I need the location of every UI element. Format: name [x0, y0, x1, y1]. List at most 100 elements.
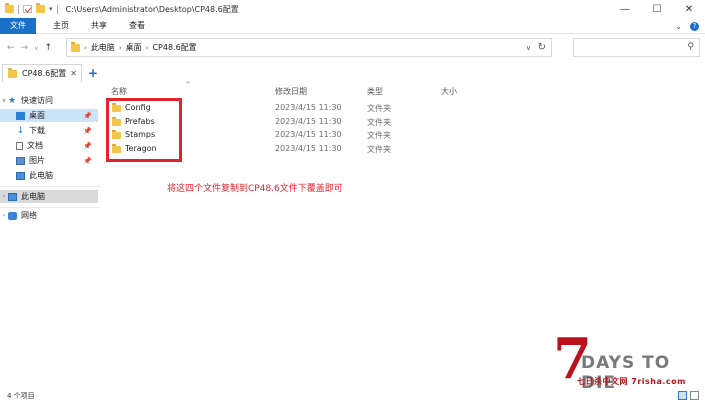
file-type: 文件夹 [367, 145, 391, 154]
folder-tab[interactable]: CP48.6配置 ✕ [2, 64, 82, 82]
close-button[interactable]: ✕ [673, 0, 705, 18]
nav-network[interactable]: › 网络 [0, 209, 98, 222]
divider [0, 186, 100, 187]
nav-label: 此电脑 [21, 192, 45, 201]
divider [18, 4, 19, 14]
nav-item-this-pc-quick[interactable]: 此电脑 [0, 169, 98, 182]
back-arrow-icon[interactable]: ← [7, 43, 15, 53]
file-modified: 2023/4/15 11:30 [275, 130, 342, 139]
up-arrow-icon[interactable]: ↑ [45, 43, 53, 53]
pin-icon[interactable]: 📌 [83, 127, 92, 135]
column-header-modified[interactable]: 修改日期 [275, 84, 307, 98]
window-controls: — ☐ ✕ [609, 0, 705, 18]
breadcrumb-current-folder[interactable]: CP48.6配置 [152, 42, 196, 53]
logo-subtitle: 七日杀中文网 7risha.com [577, 377, 687, 386]
search-icon: ⚲ [687, 42, 694, 52]
file-modified: 2023/4/15 11:30 [275, 103, 342, 112]
folder-tab-label: CP48.6配置 [22, 69, 67, 78]
star-icon: ★ [8, 95, 17, 106]
maximize-button[interactable]: ☐ [641, 0, 673, 18]
address-bar[interactable]: › 此电脑 › 桌面 › CP48.6配置 ∨ ↻ [66, 38, 552, 57]
file-modified: 2023/4/15 11:30 [275, 144, 342, 153]
nav-item-desktop[interactable]: 桌面 📌 [0, 109, 98, 122]
tab-share[interactable]: 共享 [80, 18, 118, 34]
quick-access-toolbar: ▾ [0, 3, 58, 14]
title-bar: ▾ C:\Users\Administrator\Desktop\CP48.6配… [0, 0, 705, 18]
tab-home[interactable]: 主页 [42, 18, 80, 34]
window-title: C:\Users\Administrator\Desktop\CP48.6配置 [65, 4, 239, 14]
file-type: 文件夹 [367, 131, 391, 140]
tab-file[interactable]: 文件 [0, 17, 36, 34]
network-icon [8, 211, 17, 220]
folder-icon [5, 3, 14, 13]
refresh-icon[interactable]: ↻ [538, 42, 546, 53]
nav-label: 此电脑 [29, 171, 53, 180]
recent-chevron-icon[interactable]: ∨ [34, 45, 38, 52]
chevron-right-icon[interactable]: › [119, 44, 122, 52]
expand-chevron-icon[interactable]: › [0, 193, 8, 200]
file-modified: 2023/4/15 11:30 [275, 117, 342, 126]
chevron-right-icon[interactable]: › [146, 44, 149, 52]
navigation-buttons: ← → ∨ ↑ [0, 43, 68, 53]
nav-item-documents[interactable]: 文档 📌 [0, 139, 98, 152]
folder-icon [71, 41, 80, 52]
pc-icon [8, 192, 17, 201]
logo-title: DAYS TO DIE [581, 353, 671, 393]
download-icon: ↓ [16, 125, 25, 136]
properties-icon[interactable] [23, 5, 32, 13]
address-dropdown-chevron-icon[interactable]: ∨ [526, 44, 531, 52]
nav-item-downloads[interactable]: ↓ 下载 📌 [0, 124, 98, 137]
folder-icon [8, 67, 17, 78]
nav-label: 网络 [21, 211, 37, 220]
file-type: 文件夹 [367, 104, 391, 113]
nav-label: 下载 [29, 126, 45, 135]
forward-arrow-icon[interactable]: → [21, 43, 29, 53]
nav-quick-access[interactable]: ∨ ★ 快速访问 [0, 94, 98, 107]
nav-label: 快速访问 [21, 96, 53, 105]
divider [0, 207, 100, 208]
item-count: 4 个项目 [7, 391, 35, 400]
sort-ascending-icon: ^ [185, 81, 191, 89]
details-view-icon[interactable] [678, 391, 687, 400]
breadcrumb-this-pc[interactable]: 此电脑 [91, 42, 115, 53]
annotation-note: 将这四个文件复制到CP48.6文件下覆盖即可 [167, 184, 343, 194]
close-tab-icon[interactable]: ✕ [70, 69, 77, 78]
ribbon-right: ⌄ ? [675, 18, 699, 34]
column-header-size[interactable]: 大小 [441, 84, 457, 98]
expand-ribbon-chevron-icon[interactable]: ⌄ [675, 22, 682, 31]
help-icon[interactable]: ? [690, 21, 699, 31]
new-folder-icon[interactable] [36, 3, 45, 13]
nav-label: 文档 [27, 141, 43, 150]
address-row: ← → ∨ ↑ › 此电脑 › 桌面 › CP48.6配置 ∨ ↻ ⚲ [0, 36, 705, 60]
breadcrumb-desktop[interactable]: 桌面 [126, 42, 142, 53]
collapse-chevron-icon[interactable]: ∨ [0, 97, 8, 104]
nav-this-pc[interactable]: › 此电脑 [0, 190, 98, 203]
search-input[interactable]: ⚲ [573, 38, 700, 57]
minimize-button[interactable]: — [609, 0, 641, 18]
column-header-type[interactable]: 类型 [367, 84, 383, 98]
desktop-icon [16, 111, 25, 120]
column-header-name[interactable]: 名称 [111, 84, 127, 98]
nav-item-pictures[interactable]: 图片 📌 [0, 154, 98, 167]
pin-icon[interactable]: 📌 [83, 112, 92, 120]
document-icon [16, 141, 23, 150]
tab-strip: CP48.6配置 ✕ + [0, 62, 705, 82]
pin-icon[interactable]: 📌 [83, 142, 92, 150]
large-icons-view-icon[interactable] [690, 391, 699, 400]
chevron-right-icon[interactable]: › [84, 44, 87, 52]
picture-icon [16, 156, 25, 165]
ribbon-tabs: 文件 主页 共享 查看 ⌄ ? [0, 17, 705, 34]
highlight-box [106, 98, 182, 162]
pin-icon[interactable]: 📌 [83, 157, 92, 165]
file-type: 文件夹 [367, 118, 391, 127]
expand-chevron-icon[interactable]: › [0, 212, 8, 219]
customize-toolbar-chevron-icon[interactable]: ▾ [49, 5, 53, 13]
new-tab-plus-icon[interactable]: + [88, 66, 98, 80]
view-buttons [678, 391, 699, 400]
nav-label: 桌面 [29, 111, 45, 120]
divider [56, 4, 58, 14]
watermark-logo: 7 DAYS TO DIE 七日杀中文网 7risha.com [553, 331, 701, 393]
nav-label: 图片 [29, 156, 45, 165]
pc-icon [16, 171, 25, 180]
tab-view[interactable]: 查看 [118, 18, 156, 34]
